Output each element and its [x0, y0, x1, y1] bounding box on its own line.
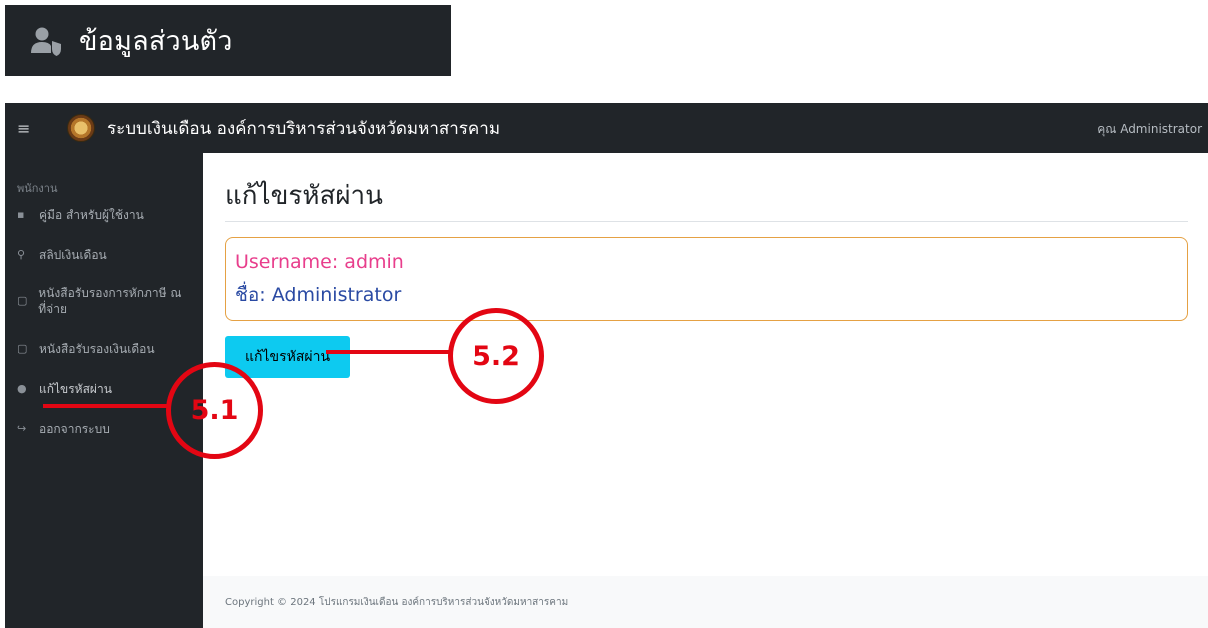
app-window: ≡ ระบบเงินเดือน องค์การบริหารส่วนจังหวัด… — [5, 103, 1208, 628]
sidebar-item-salary-certificate[interactable]: ▢ หนังสือรับรองเงินเดือน — [5, 341, 203, 357]
display-name-text: ชื่อ: Administrator — [235, 284, 402, 306]
account-info-card: Username: admin ชื่อ: Administrator — [225, 237, 1188, 321]
page-footer: Copyright © 2024 โปรแกรมเงินเดือน องค์กา… — [203, 576, 1208, 628]
sidebar-item-manual[interactable]: ▪ คู่มือ สำหรับผู้ใช้งาน — [5, 207, 203, 223]
user-shield-icon — [31, 27, 61, 56]
annotation-pointer-5-2 — [326, 350, 452, 354]
user-shield-icon: ● — [17, 382, 27, 395]
section-title: ข้อมูลส่วนตัว — [79, 26, 233, 57]
sidebar-item-label: หนังสือรับรองการหักภาษี ณ ที่จ่าย — [38, 286, 182, 316]
sidebar-item-label: แก้ไขรหัสผ่าน — [39, 382, 112, 396]
organization-logo — [67, 114, 95, 142]
annotation-pointer-5-1 — [43, 404, 171, 408]
document-icon: ▢ — [17, 342, 28, 355]
user-label[interactable]: คุณ Administrator — [1097, 120, 1202, 139]
sidebar-item-label: สลิปเงินเดือน — [39, 248, 107, 262]
username-text: Username: admin — [235, 251, 404, 273]
sign-out-icon: ↪ — [17, 422, 27, 435]
document-icon: ▢ — [17, 294, 28, 307]
sidebar-item-label: หนังสือรับรองเงินเดือน — [39, 342, 155, 356]
annotation-marker-5-2: 5.2 — [448, 308, 544, 404]
sidebar-heading: พนักงาน — [17, 182, 58, 195]
copyright-text: Copyright © 2024 โปรแกรมเงินเดือน องค์กา… — [225, 596, 569, 608]
top-navbar: ≡ ระบบเงินเดือน องค์การบริหารส่วนจังหวัด… — [5, 103, 1208, 153]
section-header: ข้อมูลส่วนตัว — [5, 5, 451, 76]
sidebar-item-label: คู่มือ สำหรับผู้ใช้งาน — [39, 208, 144, 222]
main-content: แก้ไขรหัสผ่าน Username: admin ชื่อ: Admi… — [203, 153, 1208, 576]
title-divider — [225, 221, 1188, 222]
sidebar-item-tax-certificate[interactable]: ▢ หนังสือรับรองการหักภาษี ณ ที่จ่าย — [5, 285, 203, 317]
app-title[interactable]: ระบบเงินเดือน องค์การบริหารส่วนจังหวัดมห… — [107, 115, 500, 142]
file-icon: ▪ — [17, 208, 25, 221]
page-title: แก้ไขรหัสผ่าน — [225, 181, 383, 211]
annotation-label-5-1: 5.1 — [190, 395, 239, 426]
annotation-label-5-2: 5.2 — [472, 340, 520, 372]
annotation-marker-5-1: 5.1 — [166, 362, 263, 459]
search-icon: ⚲ — [17, 248, 26, 261]
hamburger-icon[interactable]: ≡ — [17, 119, 41, 138]
sidebar-item-payslip[interactable]: ⚲ สลิปเงินเดือน — [5, 247, 203, 263]
sidebar-item-label: ออกจากระบบ — [39, 422, 110, 436]
